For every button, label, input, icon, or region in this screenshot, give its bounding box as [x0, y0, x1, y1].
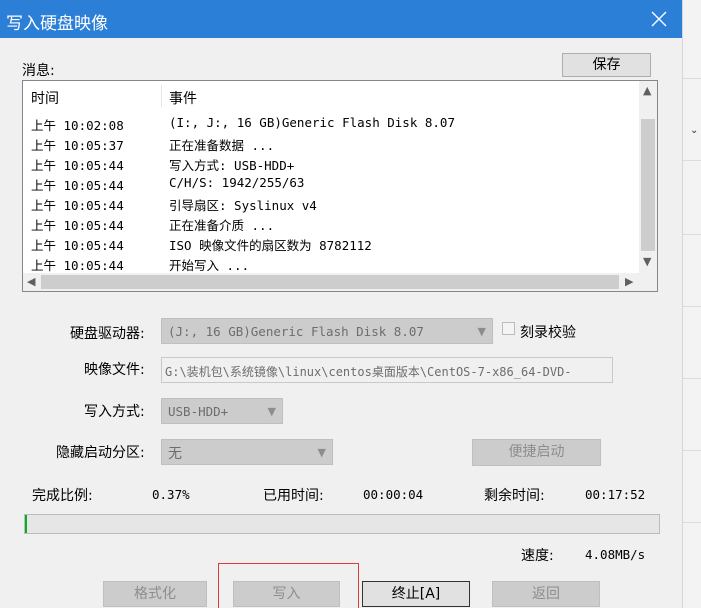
log-event: 正在准备数据 ...	[169, 138, 275, 153]
write-method-label: 写入方式:	[84, 404, 145, 420]
chevron-down-icon: ▼	[477, 325, 486, 338]
vertical-scrollbar[interactable]: ▲ ▼	[639, 81, 657, 273]
log-row[interactable]: 上午 10:05:44 开始写入 ...	[23, 253, 639, 273]
save-button[interactable]: 保存	[562, 53, 651, 77]
log-event: ISO 映像文件的扇区数为 8782112	[169, 238, 372, 253]
remaining-value: 00:17:52	[585, 487, 646, 502]
bg-divider	[683, 78, 701, 79]
title-bar: 写入硬盘映像	[0, 0, 682, 38]
log-time: 上午 10:05:44	[31, 218, 124, 233]
log-row[interactable]: 上午 10:05:44 写入方式: USB-HDD+	[23, 153, 639, 173]
log-time: 上午 10:05:44	[31, 198, 124, 213]
column-header-event[interactable]: 事件	[169, 88, 197, 108]
log-row[interactable]: 上午 10:05:44 ISO 映像文件的扇区数为 8782112	[23, 233, 639, 253]
abort-button[interactable]: 终止[A]	[362, 581, 470, 607]
image-file-value: G:\装机包\系统镜像\linux\centos桌面版本\CentOS-7-x8…	[165, 365, 572, 379]
log-header: 时间 事件	[23, 81, 639, 111]
hidden-partition-label: 隐藏启动分区:	[56, 445, 145, 461]
log-row[interactable]: 上午 10:05:37 正在准备数据 ...	[23, 133, 639, 153]
scroll-right-icon[interactable]: ▶	[625, 275, 633, 288]
log-time: 上午 10:05:37	[31, 138, 124, 153]
log-event: (I:, J:, 16 GB)Generic Flash Disk 8.07	[169, 115, 455, 130]
log-time: 上午 10:05:44	[31, 258, 124, 273]
log-event: 正在准备介质 ...	[169, 218, 275, 233]
scroll-down-icon[interactable]: ▼	[643, 255, 651, 268]
log-event: 引导扇区: Syslinux v4	[169, 198, 317, 213]
close-button[interactable]	[636, 0, 682, 38]
scroll-up-icon[interactable]: ▲	[643, 84, 651, 97]
elapsed-value: 00:00:04	[363, 487, 424, 502]
hidden-partition-select[interactable]: 无 ▼	[161, 439, 333, 465]
bg-divider	[683, 378, 701, 379]
horizontal-scroll-thumb[interactable]	[41, 275, 619, 289]
background-window-edge: ⌄	[682, 0, 701, 608]
write-method-value: USB-HDD+	[168, 404, 229, 419]
progress-fill	[25, 515, 27, 533]
elapsed-label: 已用时间:	[263, 488, 324, 504]
bg-chevron-icon: ⌄	[690, 125, 699, 136]
verify-checkbox[interactable]	[502, 322, 515, 335]
close-icon	[651, 11, 667, 27]
chevron-down-icon: ▼	[317, 446, 326, 459]
log-event: C/H/S: 1942/255/63	[169, 175, 305, 190]
log-event: 开始写入 ...	[169, 258, 250, 273]
drive-select[interactable]: (J:, 16 GB)Generic Flash Disk 8.07 ▼	[161, 318, 493, 344]
hidden-partition-value: 无	[168, 446, 182, 462]
percent-value: 0.37%	[152, 487, 190, 502]
log-row[interactable]: 上午 10:05:44 正在准备介质 ...	[23, 213, 639, 233]
scroll-left-icon[interactable]: ◀	[27, 275, 35, 288]
log-event: 写入方式: USB-HDD+	[169, 158, 295, 173]
log-time: 上午 10:05:44	[31, 158, 124, 173]
column-header-time[interactable]: 时间	[31, 88, 59, 108]
write-disk-image-dialog: 写入硬盘映像 消息: 保存 时间 事件 上午 10:02:08 (I:, J:, …	[0, 0, 682, 608]
image-file-label: 映像文件:	[84, 362, 145, 378]
log-row[interactable]: 上午 10:05:44 引导扇区: Syslinux v4	[23, 193, 639, 213]
back-button[interactable]: 返回	[492, 581, 600, 607]
log-row[interactable]: 上午 10:05:44 C/H/S: 1942/255/63	[23, 173, 639, 193]
bg-divider	[683, 234, 701, 235]
log-time: 上午 10:02:08	[31, 118, 124, 133]
drive-label: 硬盘驱动器:	[70, 326, 145, 342]
horizontal-scrollbar[interactable]: ◀ ▶	[23, 273, 639, 291]
speed-value: 4.08MB/s	[585, 547, 646, 562]
messages-label: 消息:	[22, 63, 55, 79]
chevron-down-icon: ▼	[267, 405, 276, 418]
format-button[interactable]: 格式化	[103, 581, 207, 607]
log-time: 上午 10:05:44	[31, 238, 124, 253]
scrollbar-corner	[639, 273, 657, 291]
image-file-field[interactable]: G:\装机包\系统镜像\linux\centos桌面版本\CentOS-7-x8…	[161, 357, 613, 383]
remaining-label: 剩余时间:	[484, 488, 545, 504]
progress-bar	[24, 514, 660, 534]
window-title: 写入硬盘映像	[6, 14, 108, 34]
drive-value: (J:, 16 GB)Generic Flash Disk 8.07	[168, 324, 424, 339]
write-method-select[interactable]: USB-HDD+ ▼	[161, 398, 283, 424]
portable-boot-button[interactable]: 便捷启动	[472, 439, 601, 466]
column-separator[interactable]	[161, 85, 162, 107]
percent-label: 完成比例:	[32, 488, 93, 504]
log-time: 上午 10:05:44	[31, 178, 124, 193]
bg-divider	[683, 522, 701, 523]
message-log[interactable]: 时间 事件 上午 10:02:08 (I:, J:, 16 GB)Generic …	[22, 80, 658, 292]
highlight-outline	[218, 563, 359, 608]
speed-label: 速度:	[521, 548, 554, 564]
verify-label[interactable]: 刻录校验	[520, 322, 576, 342]
bg-divider	[683, 306, 701, 307]
log-rows: 上午 10:02:08 (I:, J:, 16 GB)Generic Flash …	[23, 113, 639, 273]
bg-divider	[683, 160, 701, 161]
vertical-scroll-thumb[interactable]	[641, 119, 655, 251]
log-row[interactable]: 上午 10:02:08 (I:, J:, 16 GB)Generic Flash …	[23, 113, 639, 133]
bg-divider	[683, 450, 701, 451]
